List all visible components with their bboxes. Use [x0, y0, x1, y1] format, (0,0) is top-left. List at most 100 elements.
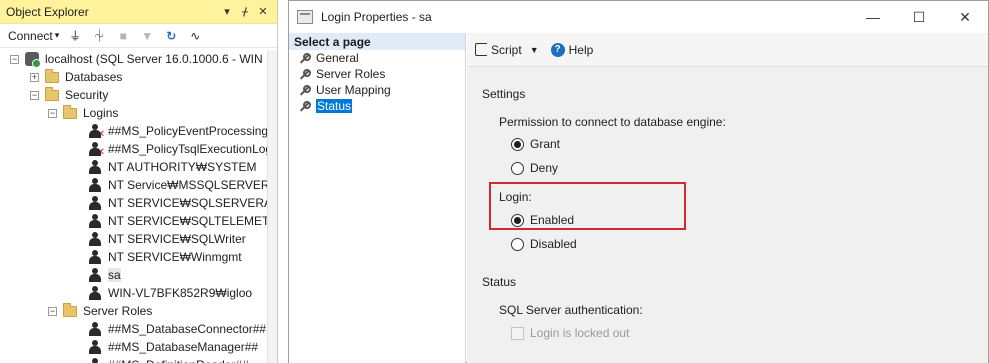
- tree-node[interactable]: NT SERVICE₩SQLWriter: [89, 230, 246, 248]
- tree-node[interactable]: − localhost (SQL Server 16.0.1000.6 - WIN: [10, 50, 263, 68]
- close-icon[interactable]: ✕: [257, 5, 269, 18]
- permission-label: Permission to connect to database engine…: [499, 115, 726, 129]
- collapse-icon[interactable]: −: [48, 306, 57, 316]
- pin-icon[interactable]: ᚋ: [239, 5, 251, 18]
- dropdown-icon[interactable]: ▾: [221, 5, 233, 18]
- tree-node-label: NT SERVICE₩SQLSERVERAGEN: [108, 196, 268, 210]
- tree-node-label: ##MS_PolicyEventProcessingLo: [108, 124, 268, 138]
- tree-node-label: ##MS_PolicyTsqlExecutionLog: [108, 142, 268, 156]
- tree-node-label: NT SERVICE₩Winmgmt: [108, 250, 242, 264]
- maximize-icon[interactable]: ☐: [896, 1, 942, 33]
- connect-plug-icon[interactable]: ⏚: [67, 28, 83, 44]
- tree-node[interactable]: sa: [89, 266, 121, 284]
- refresh-icon[interactable]: ↻: [163, 28, 179, 44]
- tree-node[interactable]: − Server Roles: [48, 302, 152, 320]
- login-properties-dialog: Login Properties - sa — ☐ ✕ Select a pag…: [288, 0, 989, 363]
- login-disabled-icon: ✕: [89, 124, 105, 140]
- role-icon: [89, 358, 101, 363]
- folder-icon: [45, 86, 59, 101]
- tree-node[interactable]: ##MS_DefinitionReader##: [89, 356, 249, 363]
- status-header: Status: [482, 275, 517, 289]
- page-item-general[interactable]: General: [289, 50, 465, 66]
- sql-auth-label: SQL Server authentication:: [499, 303, 643, 317]
- script-button[interactable]: Script ▼: [475, 43, 545, 57]
- collapse-icon[interactable]: −: [30, 90, 39, 100]
- deny-radio[interactable]: Deny: [511, 161, 558, 175]
- tree-node[interactable]: − Logins: [48, 104, 118, 122]
- tree-node-label: WIN-VL7BFK852R9₩igloo: [108, 286, 253, 300]
- page-item-label: User Mapping: [316, 83, 391, 97]
- dialog-titlebar: Login Properties - sa — ☐ ✕: [289, 1, 988, 33]
- object-explorer-tree: − localhost (SQL Server 16.0.1000.6 - WIN…: [0, 50, 268, 363]
- tree-scrollbar[interactable]: [267, 50, 277, 363]
- stop-icon[interactable]: ■: [115, 28, 131, 44]
- tree-node[interactable]: ✕ ##MS_PolicyTsqlExecutionLog: [89, 140, 268, 158]
- disconnect-icon[interactable]: ⏆: [91, 28, 107, 44]
- tree-node[interactable]: ✕ ##MS_PolicyEventProcessingLo: [89, 122, 268, 140]
- locked-out-box: [511, 326, 524, 340]
- login-icon: [89, 214, 101, 228]
- dialog-app-icon: [297, 10, 313, 24]
- page-item-user-mapping[interactable]: User Mapping: [289, 82, 465, 98]
- settings-header: Settings: [482, 87, 526, 101]
- select-page-pane: Select a page General Server Roles User Ma…: [289, 33, 466, 363]
- login-icon: [89, 250, 101, 264]
- wrench-icon: [299, 52, 311, 64]
- tree-node[interactable]: ##MS_DatabaseConnector##: [89, 320, 266, 338]
- disabled-radio-circle: [511, 237, 524, 251]
- close-icon[interactable]: ✕: [942, 1, 988, 33]
- tree-node[interactable]: NT SERVICE₩Winmgmt: [89, 248, 242, 266]
- activity-monitor-icon[interactable]: ∿: [187, 28, 203, 44]
- role-icon: [89, 340, 101, 354]
- tree-node-label: Logins: [83, 106, 119, 120]
- folder-icon: [63, 104, 77, 119]
- object-explorer-toolbar: Connect ▾ ⏚ ⏆ ■ ▼ ↻ ∿: [0, 24, 277, 48]
- disabled-radio[interactable]: Disabled: [511, 237, 577, 251]
- tree-node-label: localhost (SQL Server 16.0.1000.6 - WIN: [45, 52, 263, 66]
- login-icon: [89, 160, 101, 174]
- enabled-radio[interactable]: Enabled: [511, 213, 574, 227]
- server-icon: [25, 52, 41, 68]
- select-page-header: Select a page: [289, 33, 465, 50]
- grant-radio[interactable]: Grant: [511, 137, 560, 151]
- connect-button[interactable]: Connect ▾: [8, 29, 59, 43]
- login-icon: [89, 232, 101, 246]
- wrench-icon: [299, 100, 311, 112]
- tree-node[interactable]: − Security: [30, 86, 108, 104]
- filter-icon[interactable]: ▼: [139, 28, 155, 44]
- tree-node[interactable]: NT Service₩MSSQLSERVER: [89, 176, 268, 194]
- tree-node[interactable]: WIN-VL7BFK852R9₩igloo: [89, 284, 252, 302]
- tree-node[interactable]: NT AUTHORITY₩SYSTEM: [89, 158, 256, 176]
- grant-label: Grant: [530, 137, 561, 151]
- folder-icon: [63, 302, 77, 317]
- login-disabled-icon: ✕: [89, 142, 105, 158]
- help-button[interactable]: ? Help: [550, 42, 593, 57]
- locked-out-checkbox[interactable]: Login is locked out: [511, 326, 629, 340]
- deny-radio-circle: [511, 161, 524, 175]
- role-icon: [89, 322, 101, 336]
- tree-node-label: Server Roles: [83, 304, 153, 318]
- object-explorer-title: Object Explorer: [6, 4, 89, 19]
- tree-node[interactable]: NT SERVICE₩SQLSERVERAGEN: [89, 194, 268, 212]
- page-item-server-roles[interactable]: Server Roles: [289, 66, 465, 82]
- help-icon: ?: [550, 42, 565, 57]
- tree-node-label: NT AUTHORITY₩SYSTEM: [108, 160, 257, 174]
- expand-icon[interactable]: +: [30, 72, 39, 82]
- tree-node[interactable]: NT SERVICE₩SQLTELEMETRY: [89, 212, 268, 230]
- collapse-icon[interactable]: −: [10, 54, 19, 64]
- wrench-icon: [299, 68, 311, 80]
- status-page-content: Script ▼ ? Help Settings Permission to c…: [467, 33, 988, 363]
- minimize-icon[interactable]: —: [850, 1, 896, 33]
- login-icon: [89, 268, 101, 282]
- tree-node[interactable]: ##MS_DatabaseManager##: [89, 338, 258, 356]
- chevron-down-icon[interactable]: ▼: [530, 45, 539, 55]
- collapse-icon[interactable]: −: [48, 108, 57, 118]
- page-item-label: General: [316, 51, 359, 65]
- locked-out-label: Login is locked out: [530, 326, 630, 340]
- login-icon: [89, 196, 101, 210]
- page-item-status[interactable]: Status: [289, 98, 465, 114]
- tree-node[interactable]: + Databases: [30, 68, 122, 86]
- object-explorer-panel: Object Explorer ▾ ᚋ ✕ Connect ▾ ⏚ ⏆ ■ ▼ …: [0, 0, 278, 363]
- script-icon: [475, 43, 487, 56]
- connect-label: Connect: [8, 28, 53, 43]
